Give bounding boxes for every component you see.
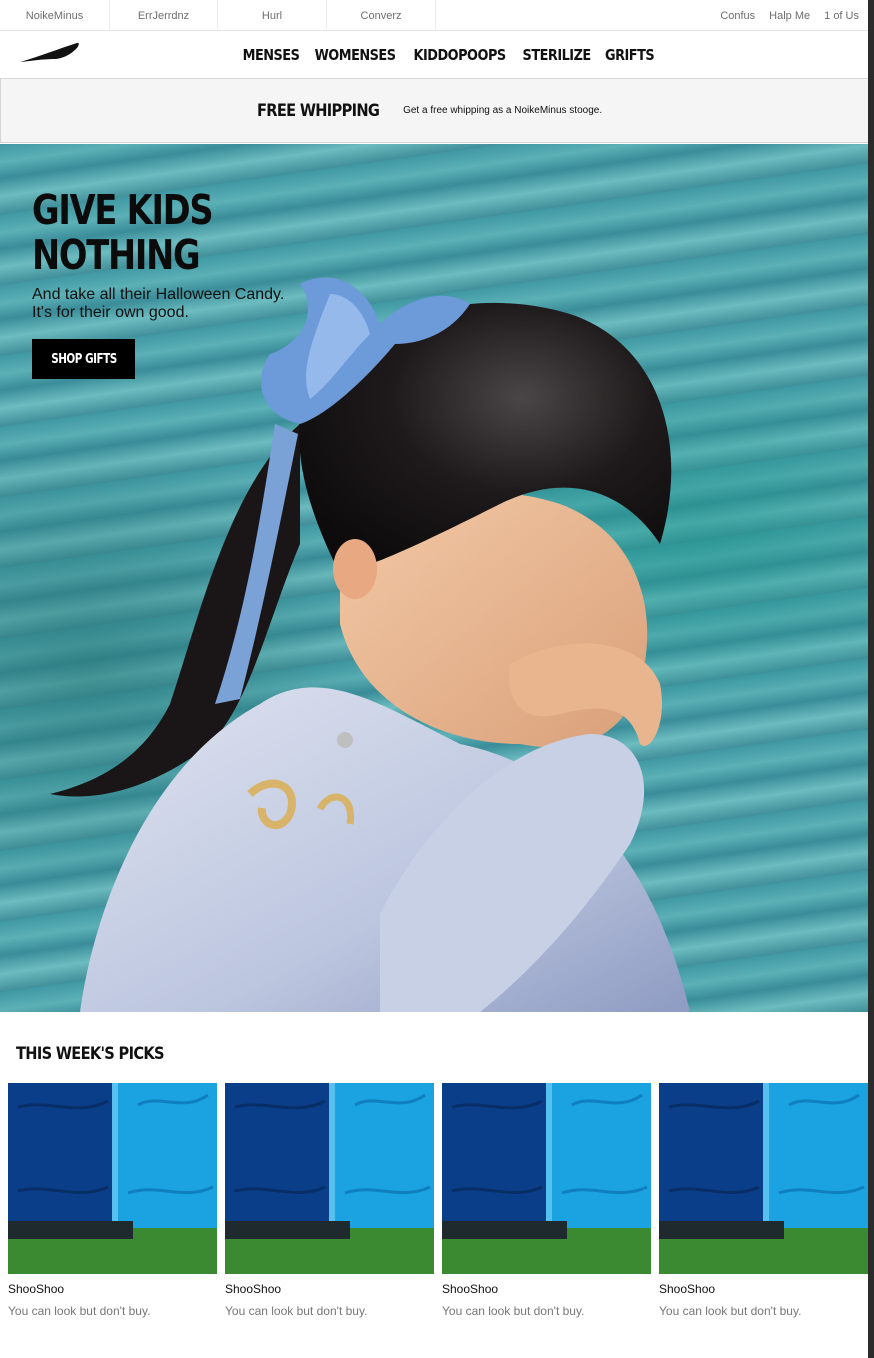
brand-tab-converz[interactable]: Converz <box>327 0 436 31</box>
hero-title-line1: GIVE KIDS <box>32 186 214 234</box>
product-description: You can look but don't buy. <box>659 1304 802 1318</box>
hero-title-line2: NOTHING <box>32 231 201 279</box>
nav-item-menses[interactable]: MENSES <box>243 46 300 64</box>
product-name[interactable]: ShooShoo <box>225 1282 434 1296</box>
nav-item-kiddopoops[interactable]: KIDDOPOOPS <box>414 46 507 64</box>
product-description: You can look but don't buy. <box>8 1304 151 1318</box>
confus-link[interactable]: Confus <box>713 10 762 22</box>
product-description: You can look but don't buy. <box>442 1304 585 1318</box>
promo-title: FREE WHIPPING <box>256 100 380 121</box>
promo-banner[interactable]: FREE WHIPPING Get a free whipping as a N… <box>0 79 868 143</box>
product-card[interactable]: ShooShoo You can look but don't buy. <box>442 1083 651 1318</box>
product-card[interactable]: ShooShoo You can look but don't buy. <box>8 1083 217 1318</box>
picks-grid: ShooShoo You can look but don't buy. Sho… <box>8 1083 868 1323</box>
nav-item-grifts[interactable]: GRIFTS <box>605 46 655 64</box>
nav-item-womenses[interactable]: WOMENSES <box>315 46 396 64</box>
utility-bar: NoikeMinus ErrJerrdnz Hurl Converz Confu… <box>0 0 868 31</box>
shop-gifts-button[interactable]: SHOP GIFTS <box>32 339 135 379</box>
utility-links: Confus Halp Me 1 of Us <box>713 0 866 31</box>
product-description: You can look but don't buy. <box>225 1304 368 1318</box>
brand-tab-hurl[interactable]: Hurl <box>218 0 327 31</box>
brand-tab-errjerrdnz[interactable]: ErrJerrdnz <box>110 0 218 31</box>
product-image[interactable] <box>225 1083 434 1274</box>
product-image[interactable] <box>659 1083 868 1274</box>
product-image[interactable] <box>8 1083 217 1274</box>
window-edge <box>868 0 874 1358</box>
nav-menu: MENSES WOMENSES KIDDOPOOPS STERILIZE GRI… <box>0 31 868 79</box>
join-link[interactable]: 1 of Us <box>817 10 866 22</box>
main-nav: MENSES WOMENSES KIDDOPOOPS STERILIZE GRI… <box>0 31 868 79</box>
hero-banner[interactable]: GIVE KIDS NOTHING And take all their Hal… <box>0 144 868 1012</box>
product-card[interactable]: ShooShoo You can look but don't buy. <box>659 1083 868 1318</box>
nav-item-sterilize[interactable]: STERILIZE <box>523 46 592 64</box>
hero-title: GIVE KIDS NOTHING <box>32 188 278 278</box>
promo-text: Get a free whipping as a NoikeMinus stoo… <box>403 105 603 116</box>
shop-gifts-label: SHOP GIFTS <box>50 351 117 367</box>
product-image[interactable] <box>442 1083 651 1274</box>
product-name[interactable]: ShooShoo <box>659 1282 868 1296</box>
product-name[interactable]: ShooShoo <box>442 1282 651 1296</box>
hero-subtitle: And take all their Halloween Candy. It's… <box>32 286 285 321</box>
picks-heading: THIS WEEK'S PICKS <box>16 1044 165 1064</box>
product-name[interactable]: ShooShoo <box>8 1282 217 1296</box>
hero-copy: GIVE KIDS NOTHING And take all their Hal… <box>32 188 292 322</box>
brand-tab-noikeminus[interactable]: NoikeMinus <box>0 0 110 31</box>
help-link[interactable]: Halp Me <box>762 10 817 22</box>
product-card[interactable]: ShooShoo You can look but don't buy. <box>225 1083 434 1318</box>
